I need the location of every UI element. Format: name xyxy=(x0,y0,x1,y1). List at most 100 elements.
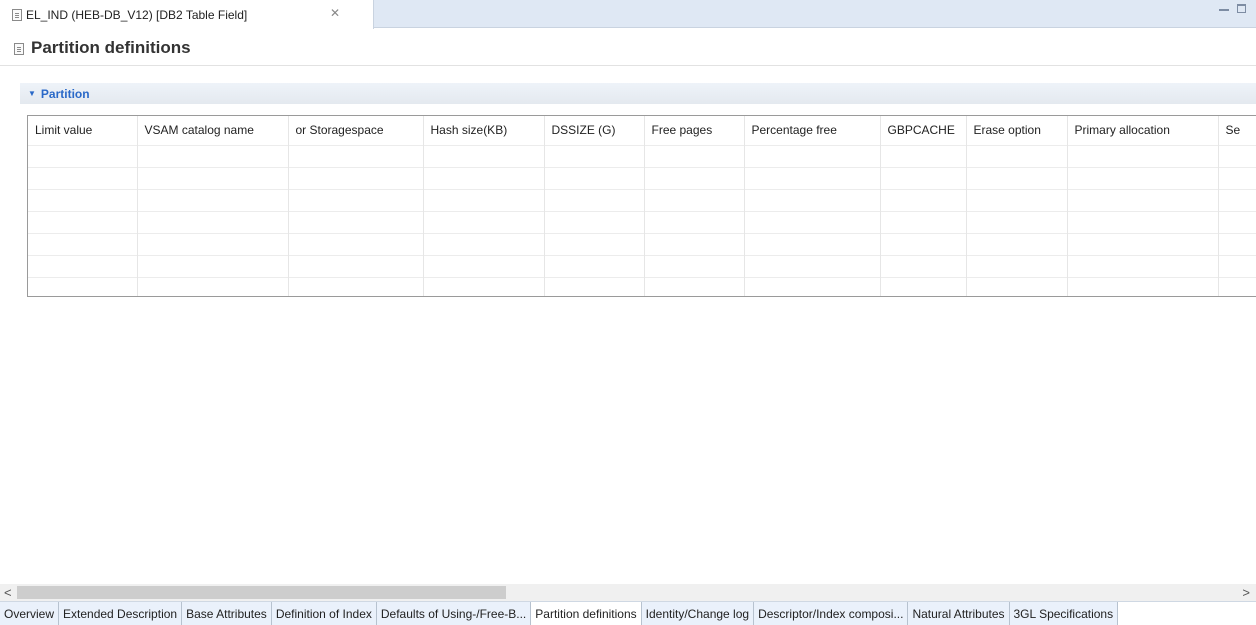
scroll-left-icon[interactable]: < xyxy=(4,585,12,600)
page-tab[interactable]: Identity/Change log xyxy=(641,602,755,625)
table-cell[interactable] xyxy=(966,144,1068,167)
table-cell[interactable] xyxy=(744,166,881,189)
table-cell[interactable] xyxy=(423,144,545,167)
table-cell[interactable] xyxy=(880,188,967,211)
table-cell[interactable] xyxy=(288,188,424,211)
page-tab[interactable]: Base Attributes xyxy=(182,602,272,625)
table-cell[interactable] xyxy=(28,232,138,255)
table-cell[interactable] xyxy=(744,144,881,167)
table-cell[interactable] xyxy=(137,166,289,189)
table-cell[interactable] xyxy=(1218,188,1256,211)
table-cell[interactable] xyxy=(1067,166,1219,189)
page-tab[interactable]: Extended Description xyxy=(59,602,183,625)
maximize-icon[interactable] xyxy=(1237,4,1246,13)
page-tab[interactable]: Overview xyxy=(0,602,60,625)
table-cell[interactable] xyxy=(644,254,745,277)
table-cell[interactable] xyxy=(744,210,881,233)
column-header[interactable]: Se xyxy=(1218,116,1256,145)
table-cell[interactable] xyxy=(544,276,645,296)
horizontal-scrollbar[interactable]: < > xyxy=(0,584,1256,601)
table-cell[interactable] xyxy=(544,166,645,189)
table-cell[interactable] xyxy=(1218,276,1256,296)
table-cell[interactable] xyxy=(423,254,545,277)
column-header[interactable]: Erase option xyxy=(966,116,1068,145)
table-cell[interactable] xyxy=(644,144,745,167)
table-cell[interactable] xyxy=(288,232,424,255)
table-cell[interactable] xyxy=(880,166,967,189)
table-cell[interactable] xyxy=(28,144,138,167)
table-cell[interactable] xyxy=(644,188,745,211)
table-cell[interactable] xyxy=(744,276,881,296)
table-cell[interactable] xyxy=(28,166,138,189)
table-cell[interactable] xyxy=(423,276,545,296)
table-cell[interactable] xyxy=(1067,210,1219,233)
minimize-icon[interactable] xyxy=(1219,1,1229,11)
column-header[interactable]: VSAM catalog name xyxy=(137,116,289,145)
table-cell[interactable] xyxy=(644,166,745,189)
table-cell[interactable] xyxy=(966,276,1068,296)
table-cell[interactable] xyxy=(544,144,645,167)
table-cell[interactable] xyxy=(288,276,424,296)
page-tab[interactable]: 3GL Specifications xyxy=(1009,602,1119,625)
table-cell[interactable] xyxy=(137,144,289,167)
table-row[interactable] xyxy=(28,232,1256,255)
table-cell[interactable] xyxy=(288,166,424,189)
table-cell[interactable] xyxy=(288,210,424,233)
table-cell[interactable] xyxy=(644,210,745,233)
table-cell[interactable] xyxy=(880,210,967,233)
editor-tab[interactable]: EL_IND (HEB-DB_V12) [DB2 Table Field] ✕ xyxy=(0,0,374,29)
page-tab[interactable]: Defaults of Using-/Free-B... xyxy=(376,602,532,625)
table-cell[interactable] xyxy=(744,232,881,255)
close-icon[interactable]: ✕ xyxy=(330,6,340,20)
table-cell[interactable] xyxy=(1218,210,1256,233)
table-cell[interactable] xyxy=(880,276,967,296)
column-header[interactable]: Limit value xyxy=(28,116,138,145)
table-row[interactable] xyxy=(28,276,1256,296)
table-cell[interactable] xyxy=(544,232,645,255)
table-cell[interactable] xyxy=(880,232,967,255)
table-cell[interactable] xyxy=(28,254,138,277)
column-header[interactable]: Primary allocation xyxy=(1067,116,1219,145)
page-tab[interactable]: Descriptor/Index composi... xyxy=(754,602,909,625)
table-row[interactable] xyxy=(28,210,1256,233)
table-cell[interactable] xyxy=(744,254,881,277)
table-row[interactable] xyxy=(28,254,1256,277)
table-cell[interactable] xyxy=(966,232,1068,255)
table-cell[interactable] xyxy=(423,166,545,189)
table-cell[interactable] xyxy=(137,188,289,211)
table-row[interactable] xyxy=(28,188,1256,211)
page-tab[interactable]: Partition definitions xyxy=(531,602,642,625)
page-tab[interactable]: Definition of Index xyxy=(271,602,377,625)
table-cell[interactable] xyxy=(28,188,138,211)
column-header[interactable]: Percentage free xyxy=(744,116,881,145)
column-header[interactable]: GBPCACHE xyxy=(880,116,967,145)
page-tab[interactable]: Natural Attributes xyxy=(908,602,1010,625)
table-cell[interactable] xyxy=(137,210,289,233)
scroll-right-icon[interactable]: > xyxy=(1242,585,1250,600)
table-cell[interactable] xyxy=(966,210,1068,233)
table-cell[interactable] xyxy=(1218,232,1256,255)
table-cell[interactable] xyxy=(423,188,545,211)
scrollbar-thumb[interactable] xyxy=(17,586,506,599)
table-cell[interactable] xyxy=(544,254,645,277)
table-cell[interactable] xyxy=(544,188,645,211)
table-cell[interactable] xyxy=(423,210,545,233)
table-cell[interactable] xyxy=(1067,254,1219,277)
partition-table[interactable]: Limit value VSAM catalog name or Storagesp… xyxy=(27,115,1256,297)
table-cell[interactable] xyxy=(1218,144,1256,167)
collapse-arrow-icon[interactable]: ▼ xyxy=(28,89,36,98)
table-cell[interactable] xyxy=(28,210,138,233)
table-cell[interactable] xyxy=(880,144,967,167)
table-cell[interactable] xyxy=(744,188,881,211)
table-cell[interactable] xyxy=(28,276,138,296)
column-header[interactable]: Free pages xyxy=(644,116,745,145)
table-cell[interactable] xyxy=(288,144,424,167)
table-cell[interactable] xyxy=(644,232,745,255)
column-header[interactable]: or Storagespace xyxy=(288,116,424,145)
table-cell[interactable] xyxy=(137,232,289,255)
table-cell[interactable] xyxy=(880,254,967,277)
table-cell[interactable] xyxy=(1067,188,1219,211)
table-cell[interactable] xyxy=(966,254,1068,277)
table-cell[interactable] xyxy=(544,210,645,233)
table-cell[interactable] xyxy=(1067,144,1219,167)
